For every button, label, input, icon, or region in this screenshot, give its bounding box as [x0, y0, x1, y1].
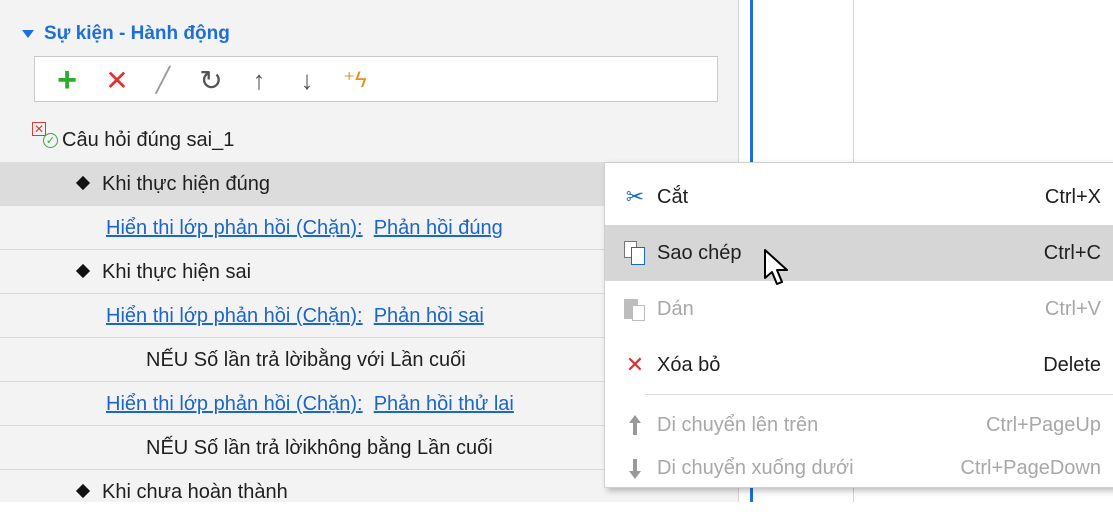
paste-icon: [621, 295, 649, 323]
event-label: Khi thực hiện sai: [102, 261, 252, 283]
diamond-icon: [75, 175, 91, 190]
menu-item-paste[interactable]: Dán Ctrl+V: [605, 281, 1113, 337]
panel-header[interactable]: Sự kiện - Hành động: [22, 20, 230, 48]
copy-icon: [621, 239, 649, 267]
collapse-caret-icon[interactable]: [22, 30, 34, 38]
action-target-link[interactable]: Phản hồi thử lai: [374, 393, 514, 415]
menu-item-shortcut: Ctrl+X: [1044, 186, 1101, 208]
arrow-up-icon: [621, 411, 649, 439]
menu-item-copy[interactable]: Sao chép Ctrl+C: [605, 225, 1113, 281]
menu-item-label: Cắt: [657, 186, 689, 208]
context-menu: ✂ Cắt Ctrl+X Sao chép Ctrl+C Dán Ctrl+V …: [604, 162, 1113, 488]
scissors-icon: ✂: [625, 184, 645, 209]
action-target-link[interactable]: Phản hồi đúng: [374, 217, 503, 239]
undo-icon[interactable]: ↻: [193, 57, 229, 103]
menu-item-shortcut: Ctrl+PageUp: [985, 414, 1101, 436]
action-link[interactable]: Hiển thi lớp phản hồi (Chặn):: [106, 393, 363, 415]
menu-item-shortcut: Ctrl+V: [1044, 298, 1101, 320]
condition-label: NẾU Số lần trả lờikhông bằng Lần cuối: [146, 437, 493, 459]
diamond-icon: [75, 263, 91, 278]
delete-icon: ✕: [625, 352, 645, 377]
event-label: Khi thực hiện đúng: [102, 173, 270, 195]
menu-item-label: Di chuyển lên trên: [657, 414, 819, 436]
condition-label: NẾU Số lần trả lờibằng với Lần cuối: [146, 349, 466, 371]
menu-item-label: Sao chép: [657, 242, 742, 264]
tree-root[interactable]: ✕ ✓ Câu hỏi đúng sai_1: [0, 118, 716, 162]
menu-item-label: Dán: [657, 298, 694, 320]
action-link[interactable]: Hiển thi lớp phản hồi (Chặn):: [106, 305, 363, 327]
arrow-down-icon: [621, 455, 649, 483]
diamond-icon: [75, 483, 91, 498]
action-target-link[interactable]: Phản hồi sai: [374, 305, 484, 327]
actions-toolbar: + ✕ ╱ ↻ ↑ ↓ ⁺ϟ: [34, 56, 718, 102]
magic-icon[interactable]: ⁺ϟ: [337, 57, 373, 103]
event-label: Khi chưa hoàn thành: [102, 481, 288, 503]
move-down-icon[interactable]: ↓: [289, 57, 325, 103]
tree-root-label: Câu hỏi đúng sai_1: [62, 129, 235, 151]
panel-title: Sự kiện - Hành động: [44, 23, 230, 44]
menu-item-label: Xóa bỏ: [657, 354, 721, 376]
delete-icon[interactable]: ✕: [99, 57, 135, 103]
edit-icon[interactable]: ╱: [145, 57, 181, 103]
menu-item-move-down[interactable]: Di chuyển xuống dưới Ctrl+PageDown: [605, 453, 1113, 483]
menu-item-delete[interactable]: ✕ Xóa bỏ Delete: [605, 337, 1113, 393]
question-status-icon: ✕ ✓: [32, 122, 62, 152]
action-link[interactable]: Hiển thi lớp phản hồi (Chặn):: [106, 217, 363, 239]
move-up-icon[interactable]: ↑: [241, 57, 277, 103]
menu-item-move-up[interactable]: Di chuyển lên trên Ctrl+PageUp: [605, 397, 1113, 453]
add-icon[interactable]: +: [49, 57, 85, 103]
menu-item-shortcut: Delete: [1043, 354, 1101, 376]
menu-item-label: Di chuyển xuống dưới: [657, 457, 854, 479]
menu-item-shortcut: Ctrl+C: [1043, 242, 1101, 264]
menu-item-cut[interactable]: ✂ Cắt Ctrl+X: [605, 169, 1113, 225]
menu-separator: [645, 394, 1113, 395]
mouse-cursor-icon: [764, 249, 788, 285]
menu-item-shortcut: Ctrl+PageDown: [960, 457, 1101, 479]
